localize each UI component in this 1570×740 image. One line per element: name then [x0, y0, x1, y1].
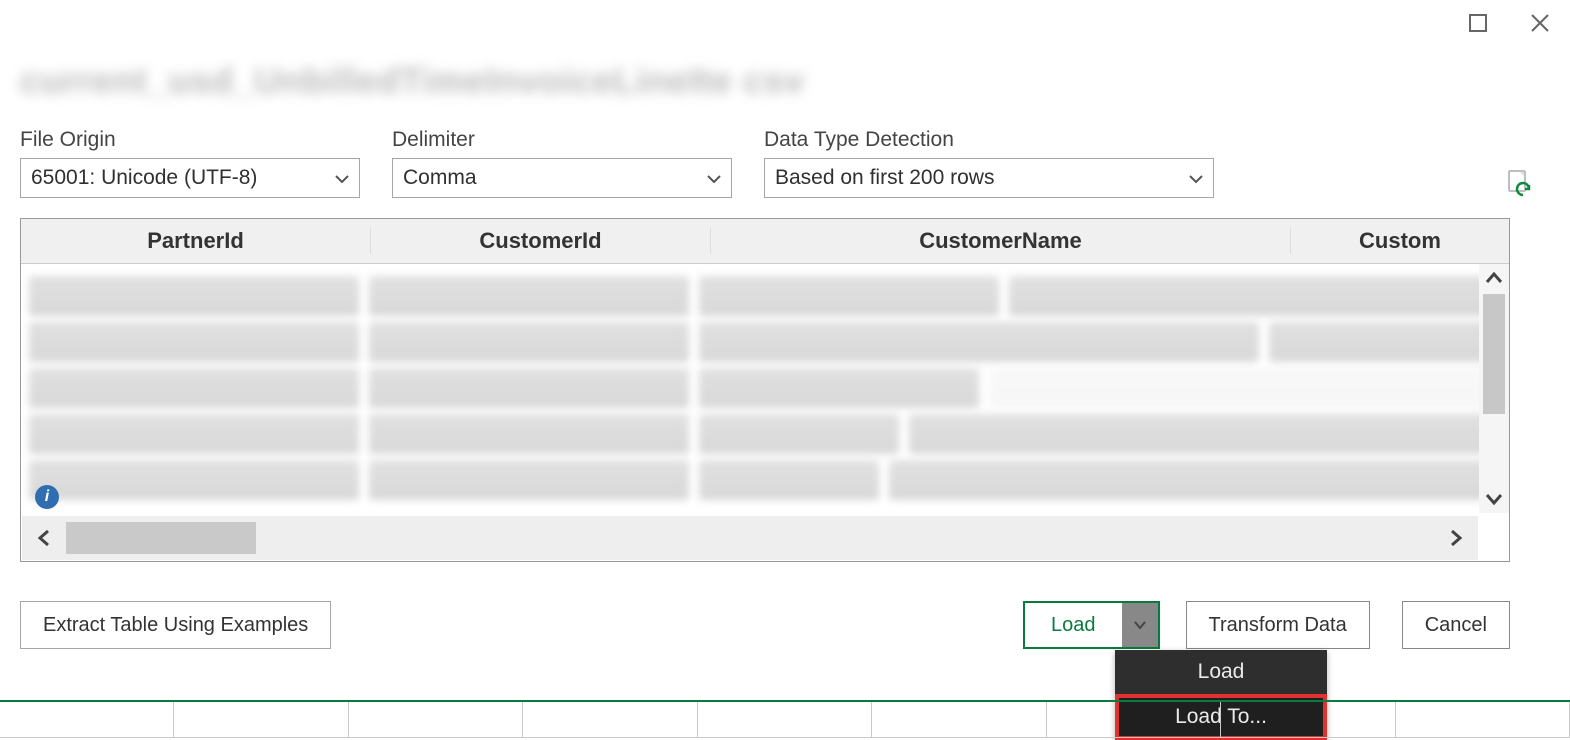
table-body — [21, 264, 1509, 524]
table-row — [29, 460, 1501, 500]
grid-cell[interactable] — [0, 702, 174, 738]
vertical-scrollbar[interactable] — [1479, 264, 1509, 513]
grid-cell[interactable] — [872, 702, 1046, 738]
info-icon: i — [35, 485, 59, 509]
grid-cell[interactable] — [1396, 702, 1570, 738]
scroll-up-icon[interactable] — [1479, 264, 1509, 292]
grid-cell[interactable] — [698, 702, 872, 738]
grid-cell[interactable] — [174, 702, 348, 738]
close-button[interactable] — [1520, 6, 1560, 40]
delimiter-value: Comma — [403, 166, 477, 190]
load-button[interactable]: Load — [1025, 603, 1122, 647]
table-row — [29, 322, 1501, 362]
spreadsheet-grid — [0, 700, 1570, 739]
file-origin-label: File Origin — [20, 128, 360, 152]
column-header-customername[interactable]: CustomerName — [711, 228, 1291, 254]
horizontal-scrollbar[interactable] — [22, 516, 1478, 560]
file-name-heading: current_usd_UnbilledTimeInvoiceLineIte c… — [20, 60, 805, 102]
scroll-left-icon[interactable] — [22, 516, 66, 560]
table-row — [29, 368, 1501, 408]
footer-buttons: Extract Table Using Examples Load Transf… — [20, 600, 1510, 650]
vertical-scroll-thumb[interactable] — [1483, 294, 1505, 414]
titlebar — [1458, 6, 1560, 40]
column-header-custom[interactable]: Custom — [1291, 228, 1509, 254]
detection-value: Based on first 200 rows — [775, 166, 994, 190]
detection-select[interactable]: Based on first 200 rows — [764, 158, 1214, 198]
file-origin-value: 65001: Unicode (UTF-8) — [31, 166, 257, 190]
scroll-down-icon[interactable] — [1479, 485, 1509, 513]
preview-table: PartnerId CustomerId CustomerName Custom… — [20, 218, 1510, 562]
chevron-down-icon — [335, 166, 349, 190]
grid-cell[interactable] — [1047, 702, 1221, 738]
table-header-row: PartnerId CustomerId CustomerName Custom — [21, 219, 1509, 264]
delimiter-select[interactable]: Comma — [392, 158, 732, 198]
extract-table-button[interactable]: Extract Table Using Examples — [20, 601, 331, 649]
import-options-row: File Origin 65001: Unicode (UTF-8) Delim… — [20, 128, 1550, 198]
delimiter-label: Delimiter — [392, 128, 732, 152]
horizontal-scroll-thumb[interactable] — [66, 522, 256, 554]
chevron-down-icon — [707, 166, 721, 190]
chevron-down-icon — [1189, 166, 1203, 190]
file-origin-select[interactable]: 65001: Unicode (UTF-8) — [20, 158, 360, 198]
grid-cell[interactable] — [1221, 702, 1395, 738]
cancel-button[interactable]: Cancel — [1402, 601, 1510, 649]
scroll-right-icon[interactable] — [1434, 516, 1478, 560]
load-split-button: Load — [1023, 601, 1160, 649]
detection-label: Data Type Detection — [764, 128, 1214, 152]
table-row — [29, 414, 1501, 454]
transform-data-button[interactable]: Transform Data — [1186, 601, 1370, 649]
load-dropdown-toggle[interactable] — [1122, 603, 1158, 647]
maximize-button[interactable] — [1458, 6, 1498, 40]
horizontal-scroll-track[interactable] — [66, 516, 1434, 560]
refresh-button[interactable] — [1500, 164, 1540, 204]
column-header-customerid[interactable]: CustomerId — [371, 228, 711, 254]
column-header-partnerid[interactable]: PartnerId — [21, 228, 371, 254]
table-row — [29, 276, 1501, 316]
load-menu-item-load[interactable]: Load — [1115, 650, 1327, 694]
grid-cell[interactable] — [349, 702, 523, 738]
grid-cell[interactable] — [523, 702, 697, 738]
